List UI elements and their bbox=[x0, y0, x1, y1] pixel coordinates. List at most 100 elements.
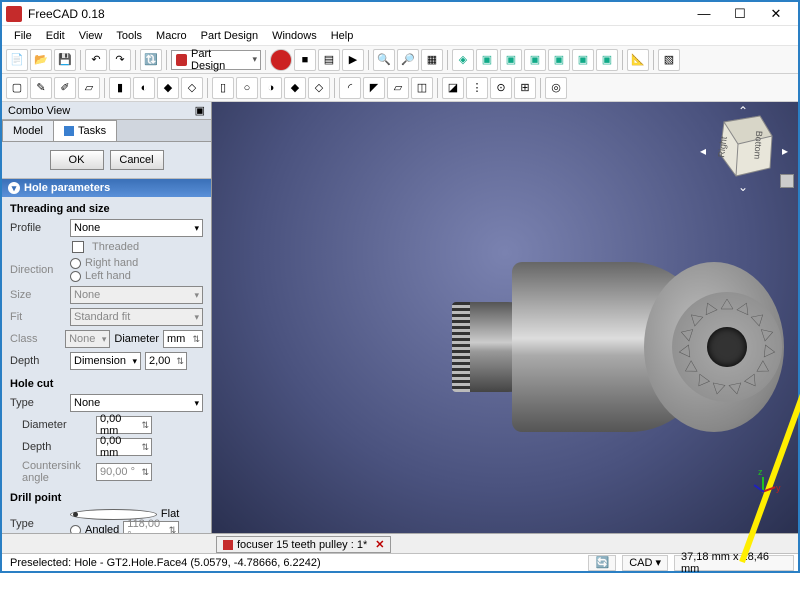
draft-icon[interactable]: ▱ bbox=[387, 77, 409, 99]
depth-select[interactable]: Dimension bbox=[70, 352, 141, 370]
menu-file[interactable]: File bbox=[8, 28, 38, 44]
dp-type-label: Type bbox=[10, 518, 66, 530]
toolbar-row-2: ▢ ✎ ✐ ▱ ▮ ◐ ◆ ◇ ▯ ○ ◑ ◆ ◇ ◜ ◤ ▱ ◫ ◪ ⋮ ⊙ … bbox=[2, 74, 798, 102]
loft-sub-icon[interactable]: ◆ bbox=[284, 77, 306, 99]
holecut-type-select[interactable]: None bbox=[70, 394, 203, 412]
edit-sketch-icon[interactable]: ✐ bbox=[54, 77, 76, 99]
polar-pattern-icon[interactable]: ⊙ bbox=[490, 77, 512, 99]
new-doc-icon[interactable]: 📄 bbox=[6, 49, 28, 71]
profile-select[interactable]: None bbox=[70, 219, 203, 237]
measure-icon[interactable]: 📐 bbox=[627, 49, 649, 71]
pad-icon[interactable]: ▮ bbox=[109, 77, 131, 99]
revolution-icon[interactable]: ◐ bbox=[133, 77, 155, 99]
axis-y-label: y bbox=[776, 483, 781, 493]
workbench-selector[interactable]: Part Design bbox=[171, 50, 261, 70]
open-doc-icon[interactable]: 📂 bbox=[30, 49, 52, 71]
view-rear-icon[interactable]: ▣ bbox=[548, 49, 570, 71]
tab-model[interactable]: Model bbox=[2, 120, 54, 141]
panel-header[interactable]: ▾ Hole parameters bbox=[2, 179, 211, 197]
menu-macro[interactable]: Macro bbox=[150, 28, 193, 44]
status-preselected: Preselected: Hole - GT2.Hole.Face4 (5.05… bbox=[6, 557, 582, 569]
countersink-spinner: 90,00 ° bbox=[96, 463, 152, 481]
depth-spinner[interactable]: 2,00 bbox=[145, 352, 187, 370]
menu-view[interactable]: View bbox=[73, 28, 109, 44]
class-label: Class bbox=[10, 333, 61, 345]
macro-list-icon[interactable]: ▤ bbox=[318, 49, 340, 71]
combo-float-icon[interactable]: ▣ bbox=[195, 104, 205, 117]
doc-tab-close-icon[interactable]: ✕ bbox=[375, 538, 384, 551]
diameter-spinner[interactable]: mm bbox=[163, 330, 203, 348]
document-tab[interactable]: focuser 15 teeth pulley : 1* ✕ bbox=[216, 536, 391, 553]
thickness-icon[interactable]: ◫ bbox=[411, 77, 433, 99]
menu-partdesign[interactable]: Part Design bbox=[195, 28, 264, 44]
view-bottom-icon[interactable]: ▣ bbox=[572, 49, 594, 71]
drillpoint-angled-label: Angled bbox=[85, 524, 119, 533]
3d-viewport[interactable]: Right Bottom ⌃ ⌄ ◂ ▸ z y bbox=[212, 102, 798, 533]
save-doc-icon[interactable]: 💾 bbox=[54, 49, 76, 71]
threaded-checkbox[interactable] bbox=[72, 241, 84, 253]
cancel-button[interactable]: Cancel bbox=[110, 150, 164, 170]
mirror-icon[interactable]: ◪ bbox=[442, 77, 464, 99]
chamfer-icon[interactable]: ◤ bbox=[363, 77, 385, 99]
navigation-cube[interactable]: Right Bottom ⌃ ⌄ ◂ ▸ bbox=[704, 110, 784, 190]
linear-pattern-icon[interactable]: ⋮ bbox=[466, 77, 488, 99]
fillet-icon[interactable]: ◜ bbox=[339, 77, 361, 99]
model-pulley-teeth[interactable] bbox=[452, 302, 470, 392]
navcube-arrow-up-icon[interactable]: ⌃ bbox=[738, 104, 748, 118]
menu-edit[interactable]: Edit bbox=[40, 28, 71, 44]
view-left-icon[interactable]: ▣ bbox=[596, 49, 618, 71]
loft-add-icon[interactable]: ◆ bbox=[157, 77, 179, 99]
threaded-label: Threaded bbox=[92, 241, 139, 253]
menu-windows[interactable]: Windows bbox=[266, 28, 323, 44]
hc-diameter-label: Diameter bbox=[22, 419, 92, 431]
create-body-icon[interactable]: ▢ bbox=[6, 77, 28, 99]
sweep-add-icon[interactable]: ◇ bbox=[181, 77, 203, 99]
diameter-label: Diameter bbox=[114, 333, 159, 345]
view-right-icon[interactable]: ▣ bbox=[524, 49, 546, 71]
macro-stop-icon[interactable]: ■ bbox=[294, 49, 316, 71]
navcube-arrow-right-icon[interactable]: ▸ bbox=[782, 144, 788, 158]
status-recompute-icon[interactable]: 🔄 bbox=[588, 555, 616, 571]
close-window-button[interactable]: ✕ bbox=[758, 3, 794, 25]
hc-diameter-spinner[interactable]: 0,00 mm bbox=[96, 416, 152, 434]
redo-icon[interactable]: ↷ bbox=[109, 49, 131, 71]
refresh-icon[interactable]: 🔃 bbox=[140, 49, 162, 71]
menu-help[interactable]: Help bbox=[325, 28, 360, 44]
multi-transform-icon[interactable]: ⊞ bbox=[514, 77, 536, 99]
minimize-button[interactable]: — bbox=[686, 3, 722, 25]
drillpoint-angled-radio[interactable] bbox=[70, 525, 81, 534]
part-icon[interactable]: ▧ bbox=[658, 49, 680, 71]
navcube-mini-icon[interactable] bbox=[780, 174, 794, 188]
section-holecut: Hole cut bbox=[2, 372, 211, 392]
hole-icon[interactable]: ○ bbox=[236, 77, 258, 99]
zoom-select-icon[interactable]: 🔎 bbox=[397, 49, 419, 71]
right-hand-label: Right hand bbox=[85, 257, 138, 269]
menu-bar: File Edit View Tools Macro Part Design W… bbox=[2, 26, 798, 46]
annotation-arrow bbox=[672, 332, 800, 595]
pocket-icon[interactable]: ▯ bbox=[212, 77, 234, 99]
view-iso-icon[interactable]: ◈ bbox=[452, 49, 474, 71]
navcube-arrow-down-icon[interactable]: ⌄ bbox=[738, 180, 748, 194]
maximize-button[interactable]: ☐ bbox=[722, 3, 758, 25]
axis-z-label: z bbox=[758, 467, 763, 477]
macro-record-icon[interactable] bbox=[270, 49, 292, 71]
draw-style-icon[interactable]: ▦ bbox=[421, 49, 443, 71]
navcube-arrow-left-icon[interactable]: ◂ bbox=[700, 144, 706, 158]
menu-tools[interactable]: Tools bbox=[110, 28, 148, 44]
view-front-icon[interactable]: ▣ bbox=[476, 49, 498, 71]
sweep-sub-icon[interactable]: ◇ bbox=[308, 77, 330, 99]
undo-icon[interactable]: ↶ bbox=[85, 49, 107, 71]
tab-tasks[interactable]: Tasks bbox=[53, 120, 117, 141]
create-sketch-icon[interactable]: ✎ bbox=[30, 77, 52, 99]
workbench-icon bbox=[176, 54, 187, 66]
status-nav-style[interactable]: CAD ▾ bbox=[622, 555, 668, 571]
ok-button[interactable]: OK bbox=[50, 150, 104, 170]
zoom-fit-icon[interactable]: 🔍 bbox=[373, 49, 395, 71]
depth-label: Depth bbox=[10, 355, 66, 367]
groove-icon[interactable]: ◑ bbox=[260, 77, 282, 99]
hc-depth-spinner[interactable]: 0,00 mm bbox=[96, 438, 152, 456]
map-sketch-icon[interactable]: ▱ bbox=[78, 77, 100, 99]
view-top-icon[interactable]: ▣ bbox=[500, 49, 522, 71]
boolean-icon[interactable]: ◎ bbox=[545, 77, 567, 99]
macro-play-icon[interactable]: ▶ bbox=[342, 49, 364, 71]
